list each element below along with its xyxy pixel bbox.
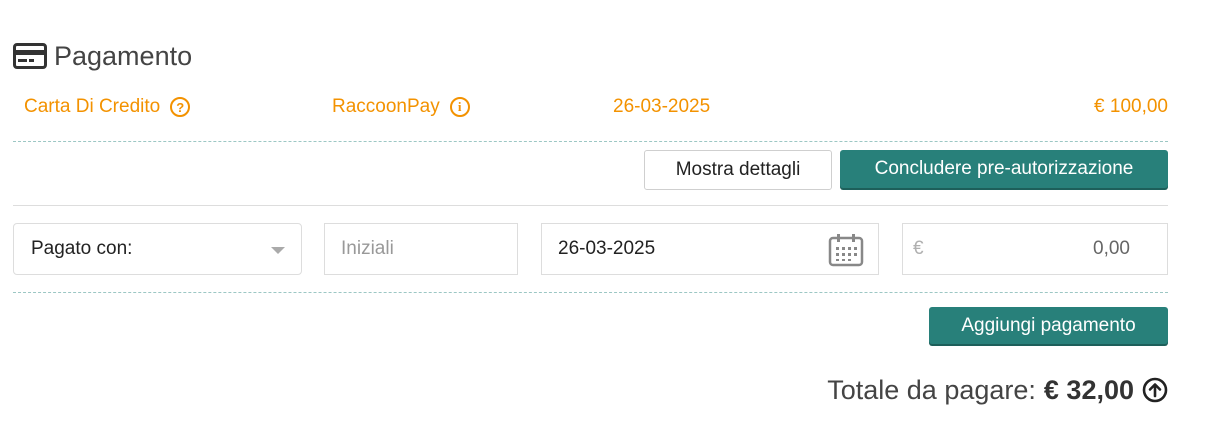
payment-amount: € 100,00	[1094, 96, 1168, 117]
paid-with-select[interactable]: Pagato con:	[13, 223, 302, 275]
payment-date: 26-03-2025	[613, 96, 711, 117]
date-field[interactable]: 26-03-2025	[541, 223, 879, 275]
credit-card-icon	[13, 42, 47, 70]
arrow-up-circle-icon[interactable]	[1142, 377, 1168, 403]
payment-provider: RaccoonPay i	[332, 93, 470, 121]
payment-row: Carta Di Credito ? RaccoonPay i 26-03-20…	[24, 93, 1168, 121]
conclude-preauth-button[interactable]: Concludere pre-autorizzazione	[840, 150, 1168, 188]
info-icon[interactable]: i	[449, 97, 470, 117]
initials-field[interactable]	[324, 223, 518, 275]
payment-provider-label: RaccoonPay	[332, 96, 440, 117]
show-details-button[interactable]: Mostra dettagli	[644, 150, 832, 190]
add-payment-button[interactable]: Aggiungi pagamento	[929, 307, 1168, 344]
section-header: Pagamento	[13, 36, 192, 76]
amount-value: 0,00	[1093, 238, 1130, 259]
chevron-down-icon	[271, 247, 285, 254]
date-value: 26-03-2025	[558, 238, 656, 259]
total-to-pay: Totale da pagare: € 32,00	[827, 372, 1168, 408]
payment-method: Carta Di Credito ?	[24, 93, 191, 121]
page-title: Pagamento	[54, 40, 193, 71]
paid-with-label: Pagato con:	[31, 238, 133, 259]
payment-method-label: Carta Di Credito	[24, 96, 161, 117]
total-label: Totale da pagare:	[827, 374, 1036, 405]
help-icon[interactable]: ?	[170, 97, 191, 117]
currency-symbol: €	[913, 238, 924, 259]
divider	[13, 292, 1168, 293]
initials-input[interactable]	[325, 224, 517, 274]
divider	[13, 141, 1168, 142]
calendar-icon[interactable]	[828, 233, 864, 273]
divider	[13, 205, 1168, 206]
total-amount: € 32,00	[1043, 374, 1134, 405]
amount-field[interactable]: € 0,00	[902, 223, 1168, 275]
